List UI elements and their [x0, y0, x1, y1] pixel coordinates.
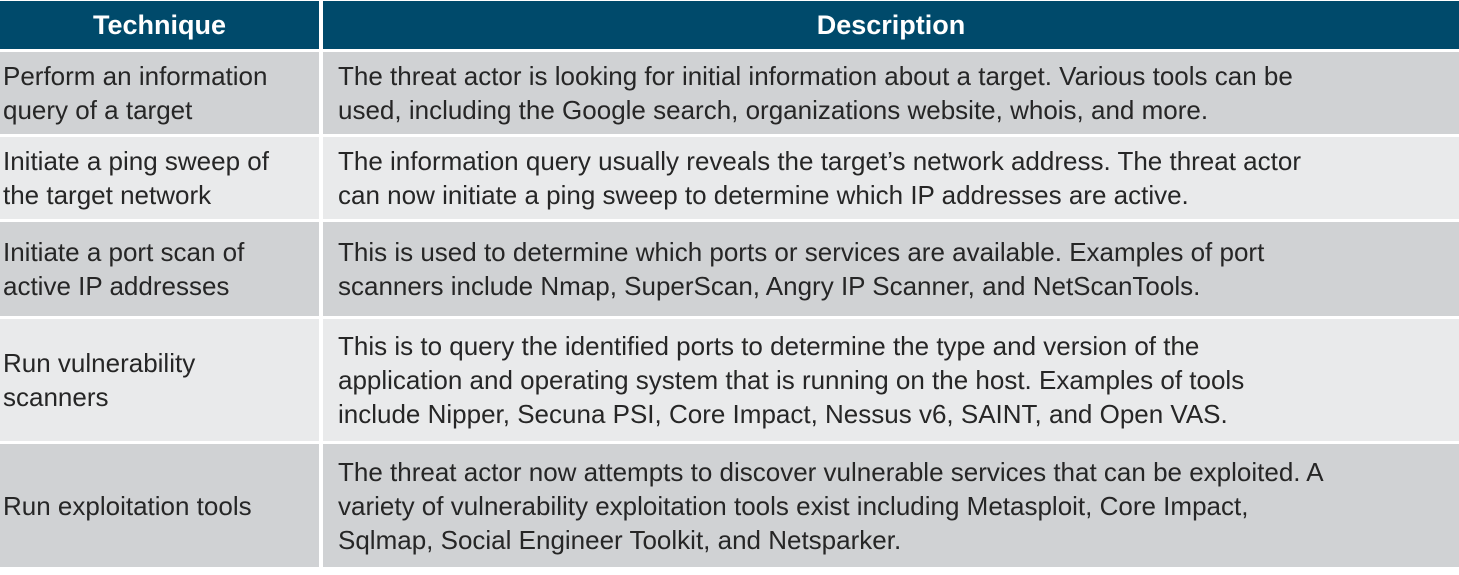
techniques-table: Technique Description Perform an informa…	[0, 0, 1459, 575]
row-4-technique: Run vulnerability scanners	[0, 319, 319, 441]
row-2-description: The information query usually reveals th…	[323, 137, 1459, 219]
row-5-technique: Run exploitation tools	[0, 444, 319, 567]
row-4-description: This is to query the identified ports to…	[323, 319, 1459, 441]
row-5-description: The threat actor now attempts to discove…	[323, 444, 1459, 567]
row-2-technique: Initiate a ping sweep of the target netw…	[0, 137, 319, 219]
row-3-technique: Initiate a port scan of active IP addres…	[0, 222, 319, 316]
header-technique: Technique	[0, 1, 319, 49]
header-description: Description	[323, 1, 1459, 49]
row-1-description: The threat actor is looking for initial …	[323, 52, 1459, 134]
row-1-technique: Perform an information query of a target	[0, 52, 319, 134]
row-3-description: This is used to determine which ports or…	[323, 222, 1459, 316]
